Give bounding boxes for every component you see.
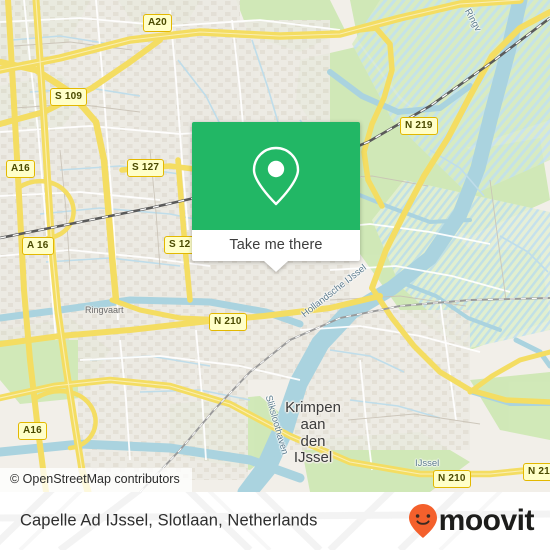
road-shield[interactable]: N 219 <box>400 117 438 135</box>
road-shield[interactable]: S 127 <box>127 159 165 177</box>
road-shield[interactable]: A20 <box>143 14 172 32</box>
road-shield[interactable]: N 21 <box>523 463 550 481</box>
location-title: Capelle Ad IJssel, Slotlaan, Netherlands <box>20 511 318 530</box>
moovit-wordmark: moovit <box>438 504 535 537</box>
osm-attribution[interactable]: © OpenStreetMap contributors <box>0 468 192 492</box>
road-shield[interactable]: A16 <box>18 422 47 440</box>
road-shield[interactable]: A 16 <box>22 237 54 255</box>
road-shield[interactable]: N 210 <box>209 313 247 331</box>
callout-pointer-tail <box>264 261 288 272</box>
footer-bar: Capelle Ad IJssel, Slotlaan, Netherlands… <box>0 492 550 550</box>
map-pin-icon <box>252 146 300 206</box>
callout-icon-area <box>192 122 360 230</box>
map-result-screen: A20 S 109 N 219 S 127 A16 A 16 S 12 N 21… <box>0 0 550 550</box>
take-me-there-callout[interactable]: Take me there <box>192 122 360 272</box>
take-me-there-label: Take me there <box>229 237 323 254</box>
moovit-pin-icon <box>408 504 437 538</box>
moovit-logo[interactable]: moovit <box>408 503 535 539</box>
road-shield[interactable]: N 210 <box>433 470 471 488</box>
road-shield[interactable]: S 12 <box>164 236 196 254</box>
road-shield[interactable]: A16 <box>6 160 35 178</box>
road-shield[interactable]: S 109 <box>50 88 88 106</box>
map-viewport[interactable]: A20 S 109 N 219 S 127 A16 A 16 S 12 N 21… <box>0 0 550 492</box>
callout-action-bar[interactable]: Take me there <box>192 230 360 272</box>
